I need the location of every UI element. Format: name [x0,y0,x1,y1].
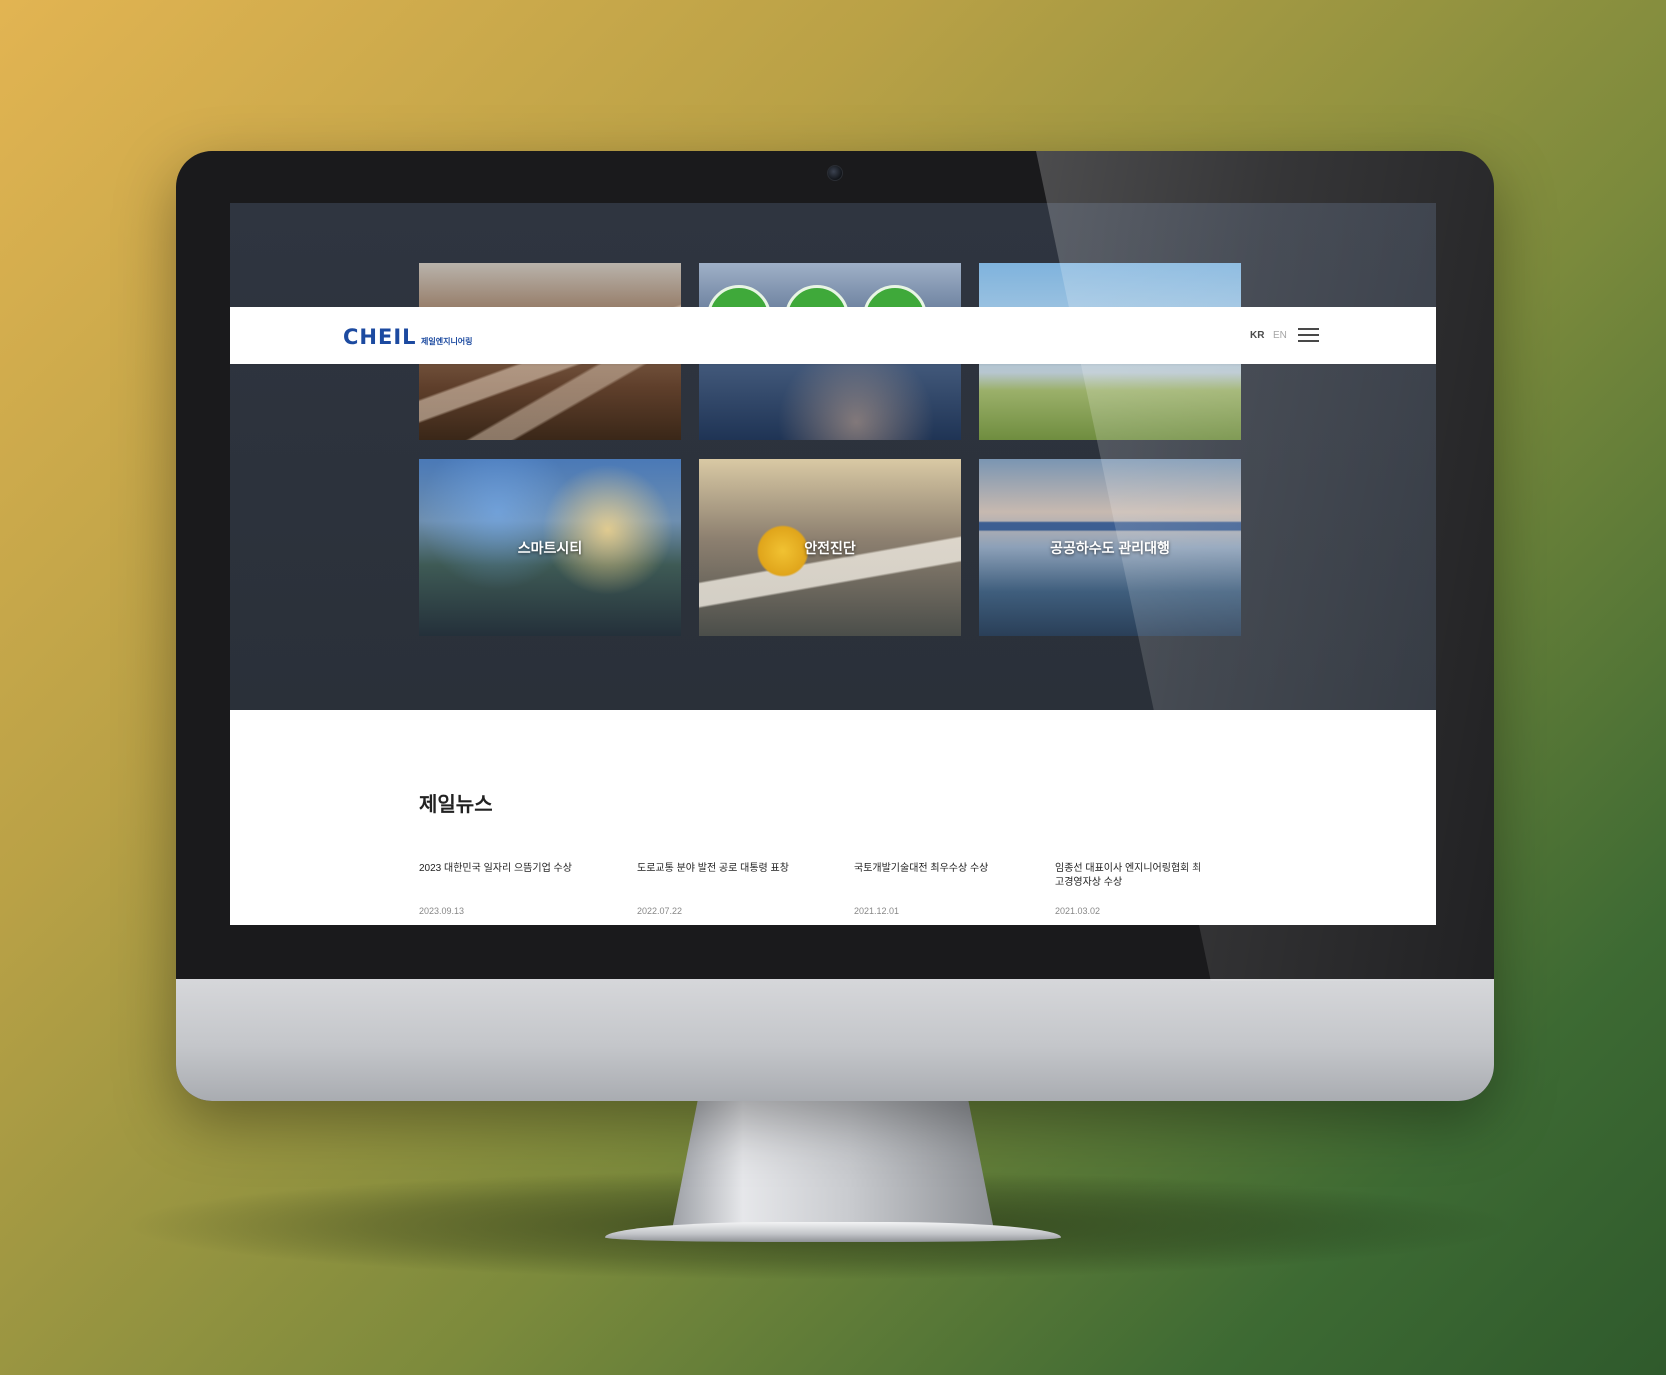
hamburger-menu-icon[interactable] [1298,328,1319,342]
news-item[interactable]: 임종선 대표이사 엔지니어링협회 최고경영자상 수상 2021.03.02 [1055,862,1205,916]
monitor-chin [176,979,1494,1101]
news-headline[interactable]: 2023 대한민국 일자리 으뜸기업 수상 [419,862,619,876]
news-date: 2021.12.01 [854,906,900,916]
news-date: 2023.09.13 [419,906,465,916]
monitor-stand [672,1100,994,1230]
business-section: ♻ ✺ ❦ 스마트시티 안전진단 공공하수도 관리대행 [230,203,1436,710]
language-kr-link[interactable]: KR [1250,330,1264,341]
logo-text: CHEIL [343,325,417,349]
news-item[interactable]: 도로교통 분야 발전 공로 대통령 표창 2022.07.22 [637,862,837,916]
monitor-stand-base [605,1222,1061,1242]
logo[interactable]: CHEIL [343,325,417,349]
news-headline[interactable]: 국토개발기술대전 최우수상 수상 [854,862,1054,876]
monitor: ♻ ✺ ❦ 스마트시티 안전진단 공공하수도 관리대행 CHEIL 제일엔지니어 [176,151,1494,1101]
tile-label-sewer-management: 공공하수도 관리대행 [1050,539,1170,556]
top-navbar: CHEIL 제일엔지니어링 KR EN [230,307,1436,364]
camera-icon [827,165,843,181]
news-item[interactable]: 국토개발기술대전 최우수상 수상 2021.12.01 [854,862,1054,916]
language-en-link[interactable]: EN [1273,330,1287,341]
business-tile-safety-inspection[interactable]: 안전진단 [699,459,961,636]
website-screen: ♻ ✺ ❦ 스마트시티 안전진단 공공하수도 관리대행 CHEIL 제일엔지니어 [230,203,1436,925]
news-date: 2022.07.22 [637,906,683,916]
news-section-title: 제일뉴스 [419,794,493,816]
news-item[interactable]: 2023 대한민국 일자리 으뜸기업 수상 2023.09.13 [419,862,619,916]
news-date: 2021.03.02 [1055,906,1101,916]
news-headline[interactable]: 임종선 대표이사 엔지니어링협회 최고경영자상 수상 [1055,862,1205,890]
logo-korean-name: 제일엔지니어링 [421,337,473,346]
tile-label-safety-inspection: 안전진단 [804,539,856,556]
business-tile-sewer-management[interactable]: 공공하수도 관리대행 [979,459,1241,636]
news-section: 제일뉴스 2023 대한민국 일자리 으뜸기업 수상 2023.09.13 도로… [230,710,1436,925]
business-tile-smart-city[interactable]: 스마트시티 [419,459,681,636]
news-headline[interactable]: 도로교통 분야 발전 공로 대통령 표창 [637,862,837,876]
tile-label-smart-city: 스마트시티 [517,539,583,556]
